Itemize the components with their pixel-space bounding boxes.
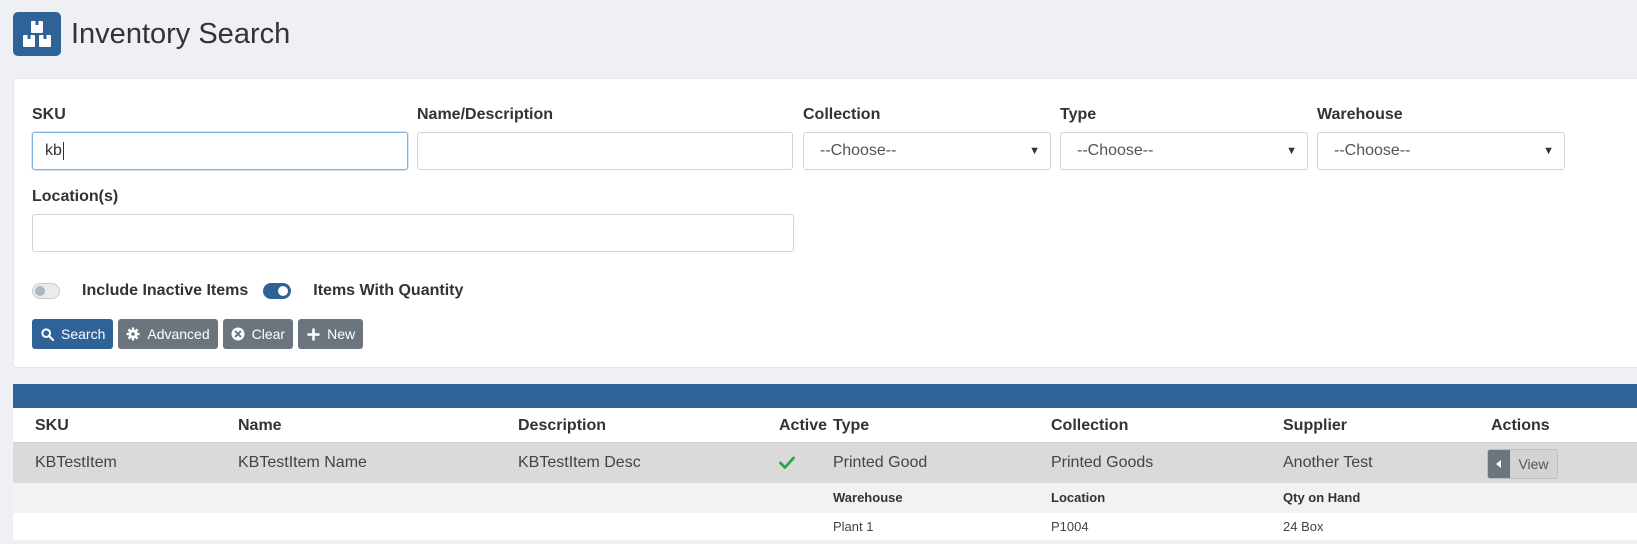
sku-field-wrap: kb (32, 132, 408, 170)
name-description-label: Name/Description (417, 106, 554, 123)
row-collection: Printed Goods (1051, 454, 1154, 471)
warehouse-selected-value: --Choose-- (1334, 142, 1411, 159)
view-button-label: View (1518, 456, 1549, 472)
include-inactive-label: Include Inactive Items (82, 282, 249, 299)
page-title: Inventory Search (71, 18, 291, 50)
detail-location: P1004 (1051, 519, 1089, 534)
warehouse-select[interactable]: --Choose-- ▼ (1317, 132, 1565, 170)
search-icon (40, 327, 54, 341)
locations-field-group: Location(s) (32, 186, 118, 208)
collection-field-group: Collection (803, 104, 880, 126)
search-button[interactable]: Search (32, 319, 114, 349)
type-field-wrap: --Choose-- ▼ (1060, 132, 1308, 170)
collection-field-wrap: --Choose-- ▼ (803, 132, 1051, 170)
table-row[interactable]: KBTestItem KBTestItem Name KBTestItem De… (13, 442, 1637, 483)
row-description: KBTestItem Desc (518, 454, 641, 471)
warehouse-label: Warehouse (1317, 106, 1403, 123)
detail-header-warehouse: Warehouse (833, 490, 903, 505)
clear-button[interactable]: Clear (222, 319, 294, 349)
column-header-active[interactable]: Active (779, 408, 827, 442)
action-buttons: Search Advanced Clear New (32, 319, 368, 349)
row-type: Printed Good (833, 454, 928, 471)
column-header-actions: Actions (1491, 417, 1550, 434)
name-field-wrap (417, 132, 793, 170)
locations-field-wrap (32, 214, 794, 252)
results-table: SKU Name Description Active Type Collect… (13, 408, 1637, 540)
locations-label: Location(s) (32, 188, 119, 205)
detail-header-location: Location (1051, 490, 1106, 505)
type-select[interactable]: --Choose-- ▼ (1060, 132, 1308, 170)
type-selected-value: --Choose-- (1077, 142, 1154, 159)
collection-label: Collection (803, 106, 881, 123)
locations-input[interactable] (32, 214, 794, 252)
items-with-quantity-toggle[interactable] (263, 283, 292, 299)
column-header-type[interactable]: Type (833, 408, 869, 442)
inventory-detail-row: Plant 1 P1004 24 Box (13, 513, 1637, 540)
results-header-bar (13, 384, 1637, 408)
warehouse-field-group: Warehouse (1317, 104, 1403, 126)
plus-icon (306, 327, 320, 341)
caret-down-icon: ▼ (1029, 145, 1040, 157)
inventory-detail-header: Warehouse Location Qty on Hand (13, 483, 1637, 513)
sku-label: SKU (32, 106, 66, 123)
collection-select[interactable]: --Choose-- ▼ (803, 132, 1051, 170)
column-header-collection[interactable]: Collection (1051, 408, 1128, 442)
toggle-knob (35, 286, 45, 296)
items-with-quantity-label: Items With Quantity (313, 282, 464, 299)
search-filter-panel: SKU kb Name/Description Collection --Cho… (13, 78, 1637, 368)
collection-selected-value: --Choose-- (820, 142, 897, 159)
caret-down-icon: ▼ (1543, 145, 1554, 157)
toggle-row: Include Inactive Items Items With Quanti… (32, 280, 478, 302)
sku-field-group: SKU (32, 104, 66, 126)
page-header: Inventory Search (13, 12, 290, 56)
column-header-description[interactable]: Description (518, 408, 606, 442)
times-circle-icon (231, 327, 245, 341)
text-caret (62, 141, 64, 160)
new-button-label: New (327, 326, 356, 342)
detail-warehouse: Plant 1 (833, 519, 874, 534)
view-button[interactable]: View (1487, 449, 1558, 479)
sku-input-value: kb (45, 142, 62, 159)
caret-left-icon (1488, 450, 1510, 478)
type-label: Type (1060, 106, 1097, 123)
new-button[interactable]: New (298, 319, 364, 349)
column-header-sku[interactable]: SKU (35, 408, 69, 442)
boxes-icon (13, 12, 61, 56)
row-sku: KBTestItem (35, 454, 117, 471)
detail-header-qty: Qty on Hand (1283, 490, 1361, 505)
advanced-button[interactable]: Advanced (118, 319, 218, 349)
column-header-supplier[interactable]: Supplier (1283, 408, 1347, 442)
gear-icon (126, 327, 140, 341)
row-name: KBTestItem Name (238, 454, 367, 471)
type-field-group: Type (1060, 104, 1096, 126)
check-icon (779, 443, 795, 484)
name-field-group: Name/Description (417, 104, 553, 126)
sku-input[interactable]: kb (32, 132, 408, 170)
caret-down-icon: ▼ (1286, 145, 1297, 157)
row-supplier: Another Test (1283, 454, 1373, 471)
include-inactive-toggle[interactable] (32, 283, 60, 299)
column-header-name[interactable]: Name (238, 408, 282, 442)
toggle-knob (278, 286, 289, 296)
warehouse-field-wrap: --Choose-- ▼ (1317, 132, 1565, 170)
detail-qty: 24 Box (1283, 519, 1324, 534)
name-description-input[interactable] (417, 132, 793, 170)
clear-button-label: Clear (251, 326, 286, 342)
search-button-label: Search (61, 326, 106, 342)
advanced-button-label: Advanced (147, 326, 210, 342)
